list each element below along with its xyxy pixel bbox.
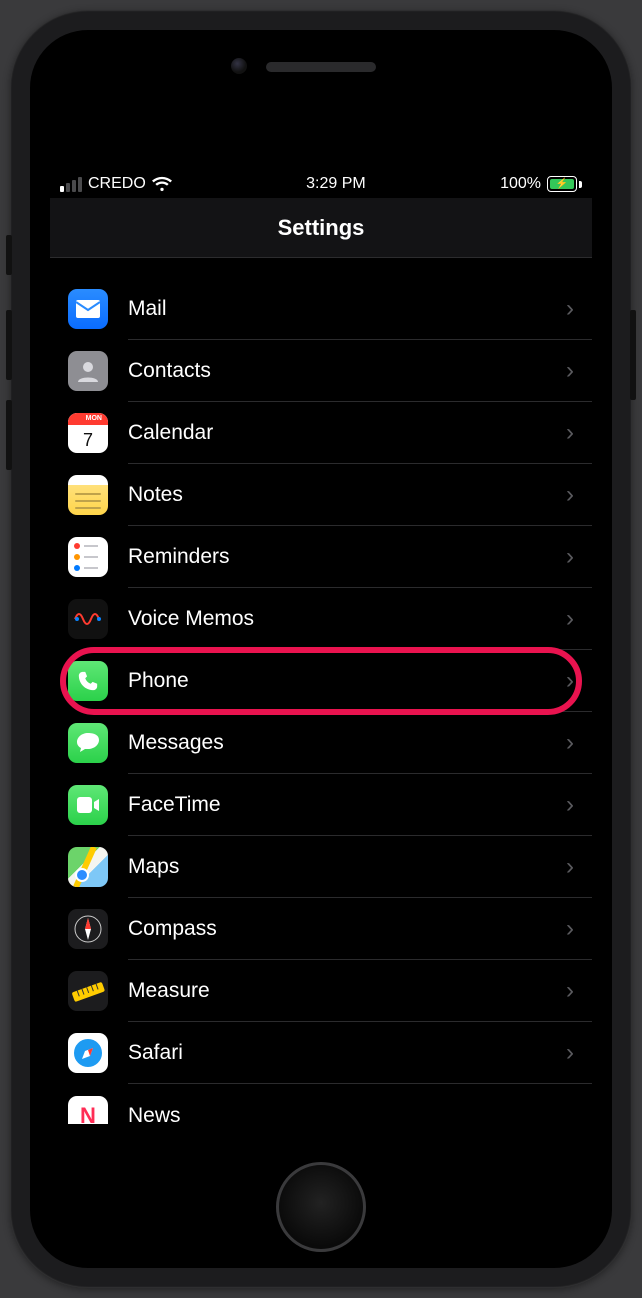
clock: 3:29 PM [306, 175, 366, 193]
chevron-right-icon: › [566, 853, 592, 881]
row-label: Messages [128, 731, 566, 755]
settings-row-mail[interactable]: Mail › [50, 278, 592, 340]
settings-row-phone[interactable]: Phone › [50, 650, 592, 712]
row-label: News [128, 1104, 592, 1124]
voice-memos-icon [68, 599, 108, 639]
settings-row-calendar[interactable]: MON 7 Calendar › [50, 402, 592, 464]
screen: CREDO 3:29 PM 100% ⚡ [30, 30, 612, 1268]
row-label: Mail [128, 297, 566, 321]
chevron-right-icon: › [566, 729, 592, 757]
settings-row-compass[interactable]: Compass › [50, 898, 592, 960]
chevron-right-icon: › [566, 605, 592, 633]
messages-icon [68, 723, 108, 763]
row-label: Voice Memos [128, 607, 566, 631]
calendar-icon: MON 7 [68, 413, 108, 453]
settings-row-safari[interactable]: Safari › [50, 1022, 592, 1084]
settings-row-reminders[interactable]: Reminders › [50, 526, 592, 588]
news-icon: N [68, 1096, 108, 1124]
row-label: FaceTime [128, 793, 566, 817]
safari-icon [68, 1033, 108, 1073]
row-label: Measure [128, 979, 566, 1003]
settings-row-voicememos[interactable]: Voice Memos › [50, 588, 592, 650]
chevron-right-icon: › [566, 791, 592, 819]
signal-strength-icon [60, 177, 82, 192]
nav-bar: Settings [50, 198, 592, 258]
chevron-right-icon: › [566, 977, 592, 1005]
row-label: Reminders [128, 545, 566, 569]
battery-icon: ⚡ [547, 176, 582, 192]
reminders-icon [68, 537, 108, 577]
row-label: Contacts [128, 359, 566, 383]
settings-row-news[interactable]: N News [50, 1084, 592, 1124]
notes-icon [68, 475, 108, 515]
maps-icon [68, 847, 108, 887]
page-title: Settings [278, 215, 365, 241]
settings-row-notes[interactable]: Notes › [50, 464, 592, 526]
chevron-right-icon: › [566, 419, 592, 447]
chevron-right-icon: › [566, 481, 592, 509]
chevron-right-icon: › [566, 667, 592, 695]
volume-up-button [6, 310, 12, 380]
carrier-label: CREDO [88, 175, 146, 193]
contacts-icon [68, 351, 108, 391]
device-frame: CREDO 3:29 PM 100% ⚡ [10, 10, 632, 1288]
facetime-icon [68, 785, 108, 825]
chevron-right-icon: › [566, 1039, 592, 1067]
chevron-right-icon: › [566, 295, 592, 323]
speaker-grille [266, 62, 376, 72]
settings-row-messages[interactable]: Messages › [50, 712, 592, 774]
compass-icon [68, 909, 108, 949]
settings-list[interactable]: Mail › Contacts › MON [50, 258, 592, 1128]
status-bar: CREDO 3:29 PM 100% ⚡ [50, 170, 592, 198]
front-camera [231, 58, 247, 74]
mute-switch [6, 235, 12, 275]
chevron-right-icon: › [566, 357, 592, 385]
wifi-icon [152, 176, 172, 192]
settings-row-maps[interactable]: Maps › [50, 836, 592, 898]
settings-row-facetime[interactable]: FaceTime › [50, 774, 592, 836]
row-label: Maps [128, 855, 566, 879]
home-button[interactable] [276, 1162, 366, 1252]
row-label: Phone [128, 669, 566, 693]
settings-row-contacts[interactable]: Contacts › [50, 340, 592, 402]
mail-icon [68, 289, 108, 329]
row-label: Safari [128, 1041, 566, 1065]
row-label: Notes [128, 483, 566, 507]
phone-icon [68, 661, 108, 701]
power-button [630, 310, 636, 400]
battery-percent: 100% [500, 175, 541, 193]
row-label: Compass [128, 917, 566, 941]
volume-down-button [6, 400, 12, 470]
row-label: Calendar [128, 421, 566, 445]
chevron-right-icon: › [566, 543, 592, 571]
settings-row-measure[interactable]: Measure › [50, 960, 592, 1022]
measure-icon [68, 971, 108, 1011]
chevron-right-icon: › [566, 915, 592, 943]
